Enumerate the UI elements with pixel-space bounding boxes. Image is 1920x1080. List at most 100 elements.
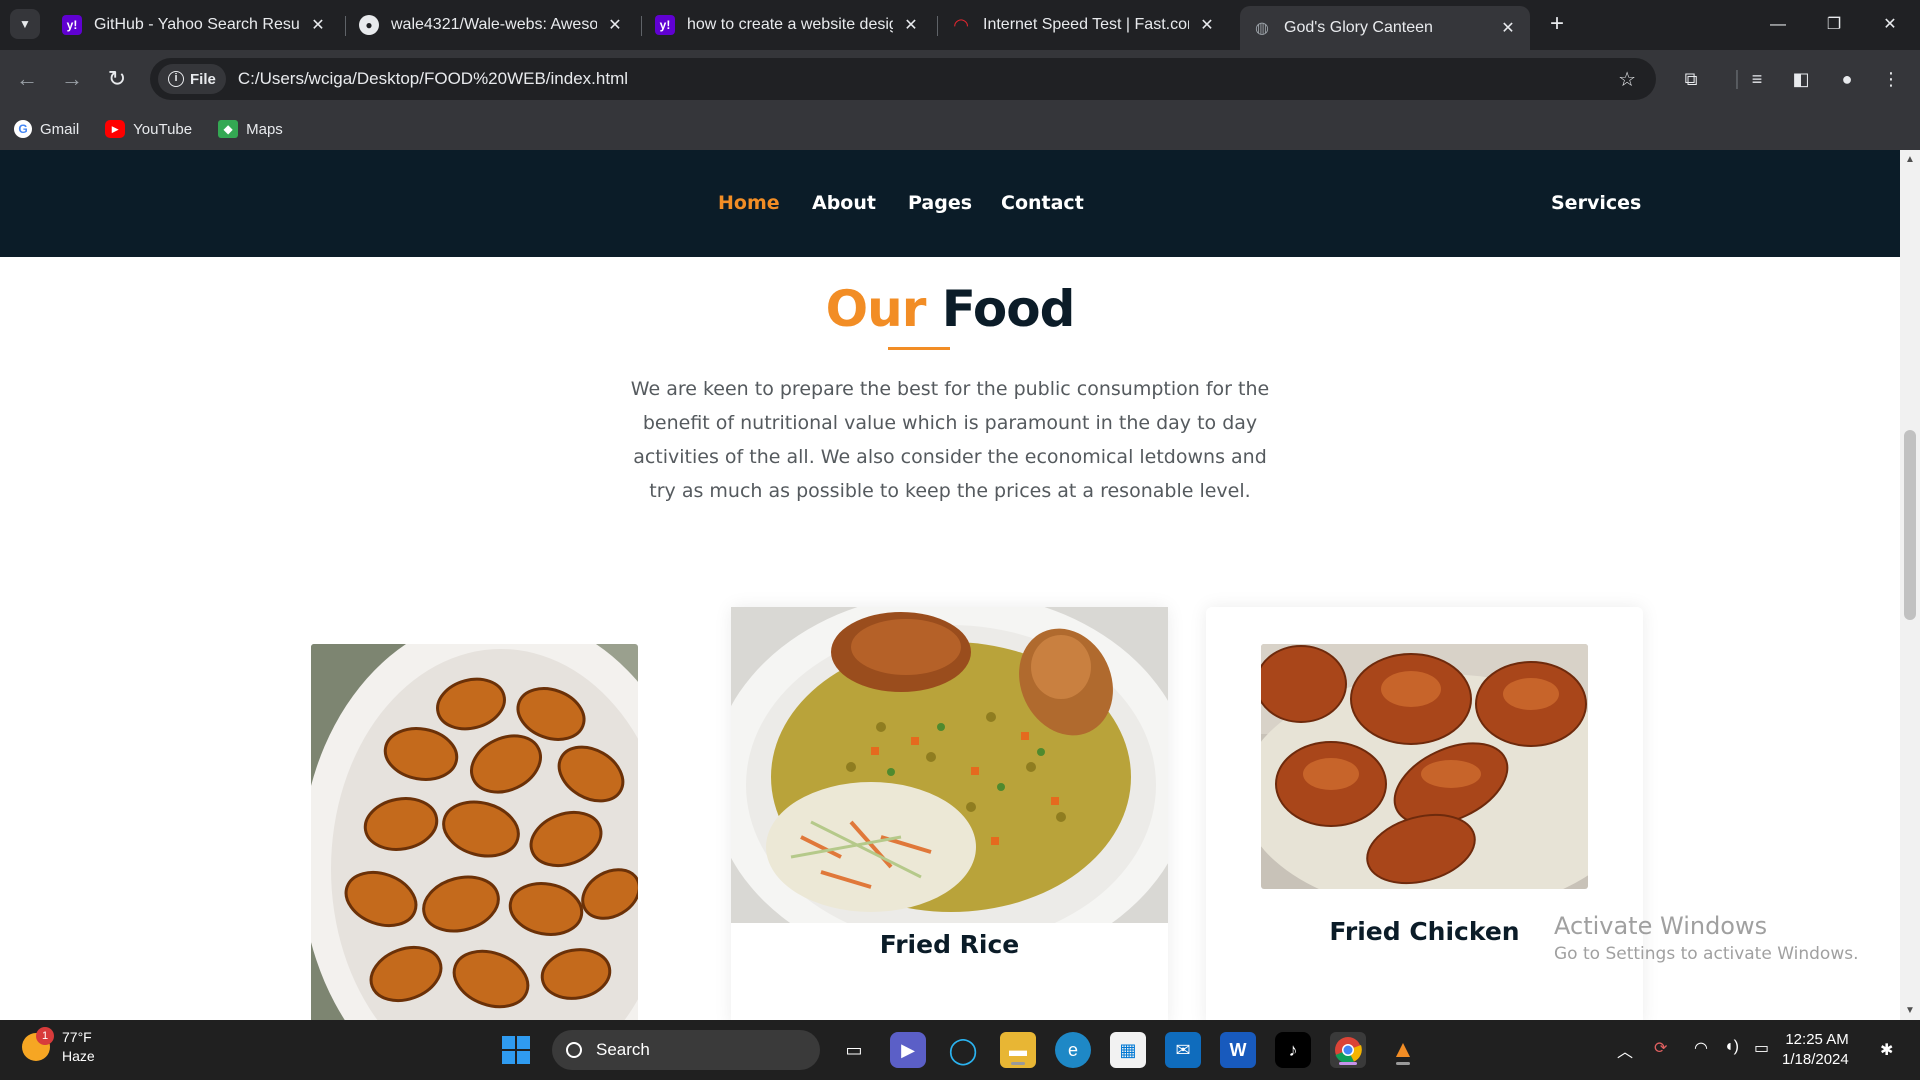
close-icon[interactable]: ✕: [605, 15, 625, 35]
close-icon[interactable]: ✕: [1498, 18, 1518, 38]
search-label: Search: [596, 1040, 650, 1059]
bookmark-label: Maps: [246, 120, 283, 138]
globe-icon: ◍: [1255, 20, 1269, 37]
yahoo-icon: y!: [62, 15, 82, 35]
site-info-chip[interactable]: i File: [158, 64, 226, 94]
nav-contact[interactable]: Contact: [1001, 192, 1084, 214]
mail-icon[interactable]: ✉: [1165, 1032, 1201, 1068]
card-title: Fried Rice: [879, 930, 1020, 959]
tray-overflow-icon[interactable]: ︿: [1617, 1038, 1633, 1062]
clock-time: 12:25 AM: [1785, 1031, 1849, 1048]
nav-services[interactable]: Services: [1551, 192, 1641, 214]
new-tab-button[interactable]: +: [1542, 10, 1572, 40]
window-close-icon[interactable]: ✕: [1870, 8, 1910, 42]
sync-icon[interactable]: ⟳: [1654, 1038, 1667, 1058]
weather-widget[interactable]: 1 77°F Haze: [22, 1027, 95, 1066]
yahoo-icon: y!: [655, 15, 675, 35]
side-panel-icon[interactable]: ◧: [1786, 64, 1816, 94]
weather-temp: 77°F: [62, 1029, 92, 1045]
forward-icon[interactable]: →: [55, 62, 89, 96]
clock-date: 1/18/2024: [1782, 1051, 1849, 1068]
page-viewport: Home About Pages Contact Services Our Fo…: [0, 150, 1900, 1020]
tab-title: God's Glory Canteen: [1284, 19, 1433, 36]
back-icon[interactable]: ←: [10, 62, 44, 96]
tab-github-repo[interactable]: ● wale4321/Wale-webs: Awesome ✕: [347, 6, 637, 44]
tab-separator: [937, 16, 938, 36]
nav-home[interactable]: Home: [718, 192, 780, 214]
nav-about[interactable]: About: [812, 192, 876, 214]
nav-pages[interactable]: Pages: [908, 192, 972, 214]
browser-toolbar: ← → ↻ i File C:/Users/wciga/Desktop/FOOD…: [0, 50, 1920, 108]
bookmark-youtube[interactable]: ▶ YouTube: [105, 120, 192, 138]
watermark-title: Activate Windows: [1554, 912, 1768, 940]
scroll-up-icon[interactable]: ▲: [1900, 154, 1920, 165]
vlc-icon[interactable]: ▲: [1385, 1032, 1421, 1068]
store-icon[interactable]: ▦: [1110, 1032, 1146, 1068]
media-control-icon[interactable]: ≡: [1742, 64, 1772, 94]
scroll-down-icon[interactable]: ▼: [1900, 1005, 1920, 1016]
extensions-icon[interactable]: ⧉: [1676, 64, 1706, 94]
cortana-icon[interactable]: ◯: [945, 1032, 981, 1068]
windows-start-icon[interactable]: [498, 1032, 534, 1068]
tab-fast-com[interactable]: ◠ Internet Speed Test | Fast.com ✕: [939, 6, 1229, 44]
windows-taskbar: 1 77°F Haze Search ▭ ▶ ◯ ▬ e ▦ ✉ W ♪ ▲ ︿…: [0, 1020, 1920, 1080]
scheme-label: File: [190, 70, 216, 88]
tab-separator: [641, 16, 642, 36]
info-icon: i: [168, 71, 184, 87]
scroll-thumb[interactable]: [1904, 430, 1916, 620]
address-bar[interactable]: i File C:/Users/wciga/Desktop/FOOD%20WEB…: [150, 58, 1656, 100]
food-card-fried-rice[interactable]: Fried Rice: [731, 607, 1168, 1020]
weather-haze-icon: 1: [22, 1027, 54, 1061]
edge-icon[interactable]: e: [1055, 1032, 1091, 1068]
tab-strip: ▼ y! GitHub - Yahoo Search Results ✕ ● w…: [0, 0, 1920, 50]
tab-separator: [345, 16, 346, 36]
chrome-icon[interactable]: [1330, 1032, 1366, 1068]
close-icon[interactable]: ✕: [901, 15, 921, 35]
running-indicator: [1339, 1062, 1357, 1065]
wifi-icon[interactable]: ◠: [1694, 1038, 1708, 1058]
tab-canteen[interactable]: ◍ God's Glory Canteen ✕: [1240, 6, 1530, 50]
title-main: Food: [941, 280, 1076, 338]
fast-icon: ◠: [954, 14, 968, 35]
close-icon[interactable]: ✕: [1197, 15, 1217, 35]
bookmark-label: YouTube: [133, 120, 193, 138]
profile-icon[interactable]: ●: [1832, 64, 1862, 94]
menu-kebab-icon[interactable]: ⋮: [1876, 64, 1906, 94]
task-view-icon[interactable]: ▭: [836, 1032, 872, 1068]
minimize-icon[interactable]: —: [1758, 8, 1798, 42]
title-underline: [888, 347, 950, 350]
reload-icon[interactable]: ↻: [100, 62, 134, 96]
close-icon[interactable]: ✕: [308, 15, 328, 35]
fried-rice-image: [731, 607, 1168, 923]
weather-condition: Haze: [62, 1048, 95, 1064]
url-text[interactable]: C:/Users/wciga/Desktop/FOOD%20WEB/index.…: [238, 69, 1618, 89]
tab-title: wale4321/Wale-webs: Awesome: [391, 16, 597, 33]
volume-icon[interactable]: ◖): [1724, 1038, 1739, 1056]
search-icon: [566, 1042, 582, 1058]
page-scrollbar[interactable]: ▲ ▼: [1900, 150, 1920, 1020]
battery-icon[interactable]: ▭: [1754, 1038, 1769, 1058]
bookmark-label: Gmail: [40, 120, 80, 138]
running-indicator: [1011, 1062, 1025, 1065]
section-intro: We are keen to prepare the best for the …: [630, 378, 1270, 502]
tab-title: Internet Speed Test | Fast.com: [983, 16, 1189, 33]
bookmark-gmail[interactable]: G Gmail: [14, 120, 79, 138]
tab-yahoo-github[interactable]: y! GitHub - Yahoo Search Results ✕: [50, 6, 340, 44]
tab-yahoo-website[interactable]: y! how to create a website design ✕: [643, 6, 933, 44]
bookmark-star-icon[interactable]: ☆: [1618, 67, 1636, 92]
title-accent: Our: [825, 280, 927, 338]
teams-chat-icon[interactable]: ▶: [890, 1032, 926, 1068]
taskbar-search[interactable]: Search: [552, 1030, 820, 1070]
file-explorer-icon[interactable]: ▬: [1000, 1032, 1036, 1068]
tab-title: GitHub - Yahoo Search Results: [94, 16, 300, 33]
restore-icon[interactable]: ❐: [1814, 8, 1854, 42]
word-icon[interactable]: W: [1220, 1032, 1256, 1068]
food-card-plantain[interactable]: [311, 644, 638, 1020]
notification-center-icon[interactable]: ✱: [1880, 1040, 1893, 1060]
site-navbar: Home About Pages Contact Services: [0, 150, 1900, 257]
system-clock[interactable]: 12:25 AM 1/18/2024: [1782, 1030, 1849, 1070]
tab-search-button[interactable]: ▼: [10, 9, 40, 39]
bookmark-maps[interactable]: ◆ Maps: [218, 120, 283, 138]
activate-windows-watermark: Activate Windows Go to Settings to activ…: [1554, 912, 1859, 964]
tiktok-icon[interactable]: ♪: [1275, 1032, 1311, 1068]
